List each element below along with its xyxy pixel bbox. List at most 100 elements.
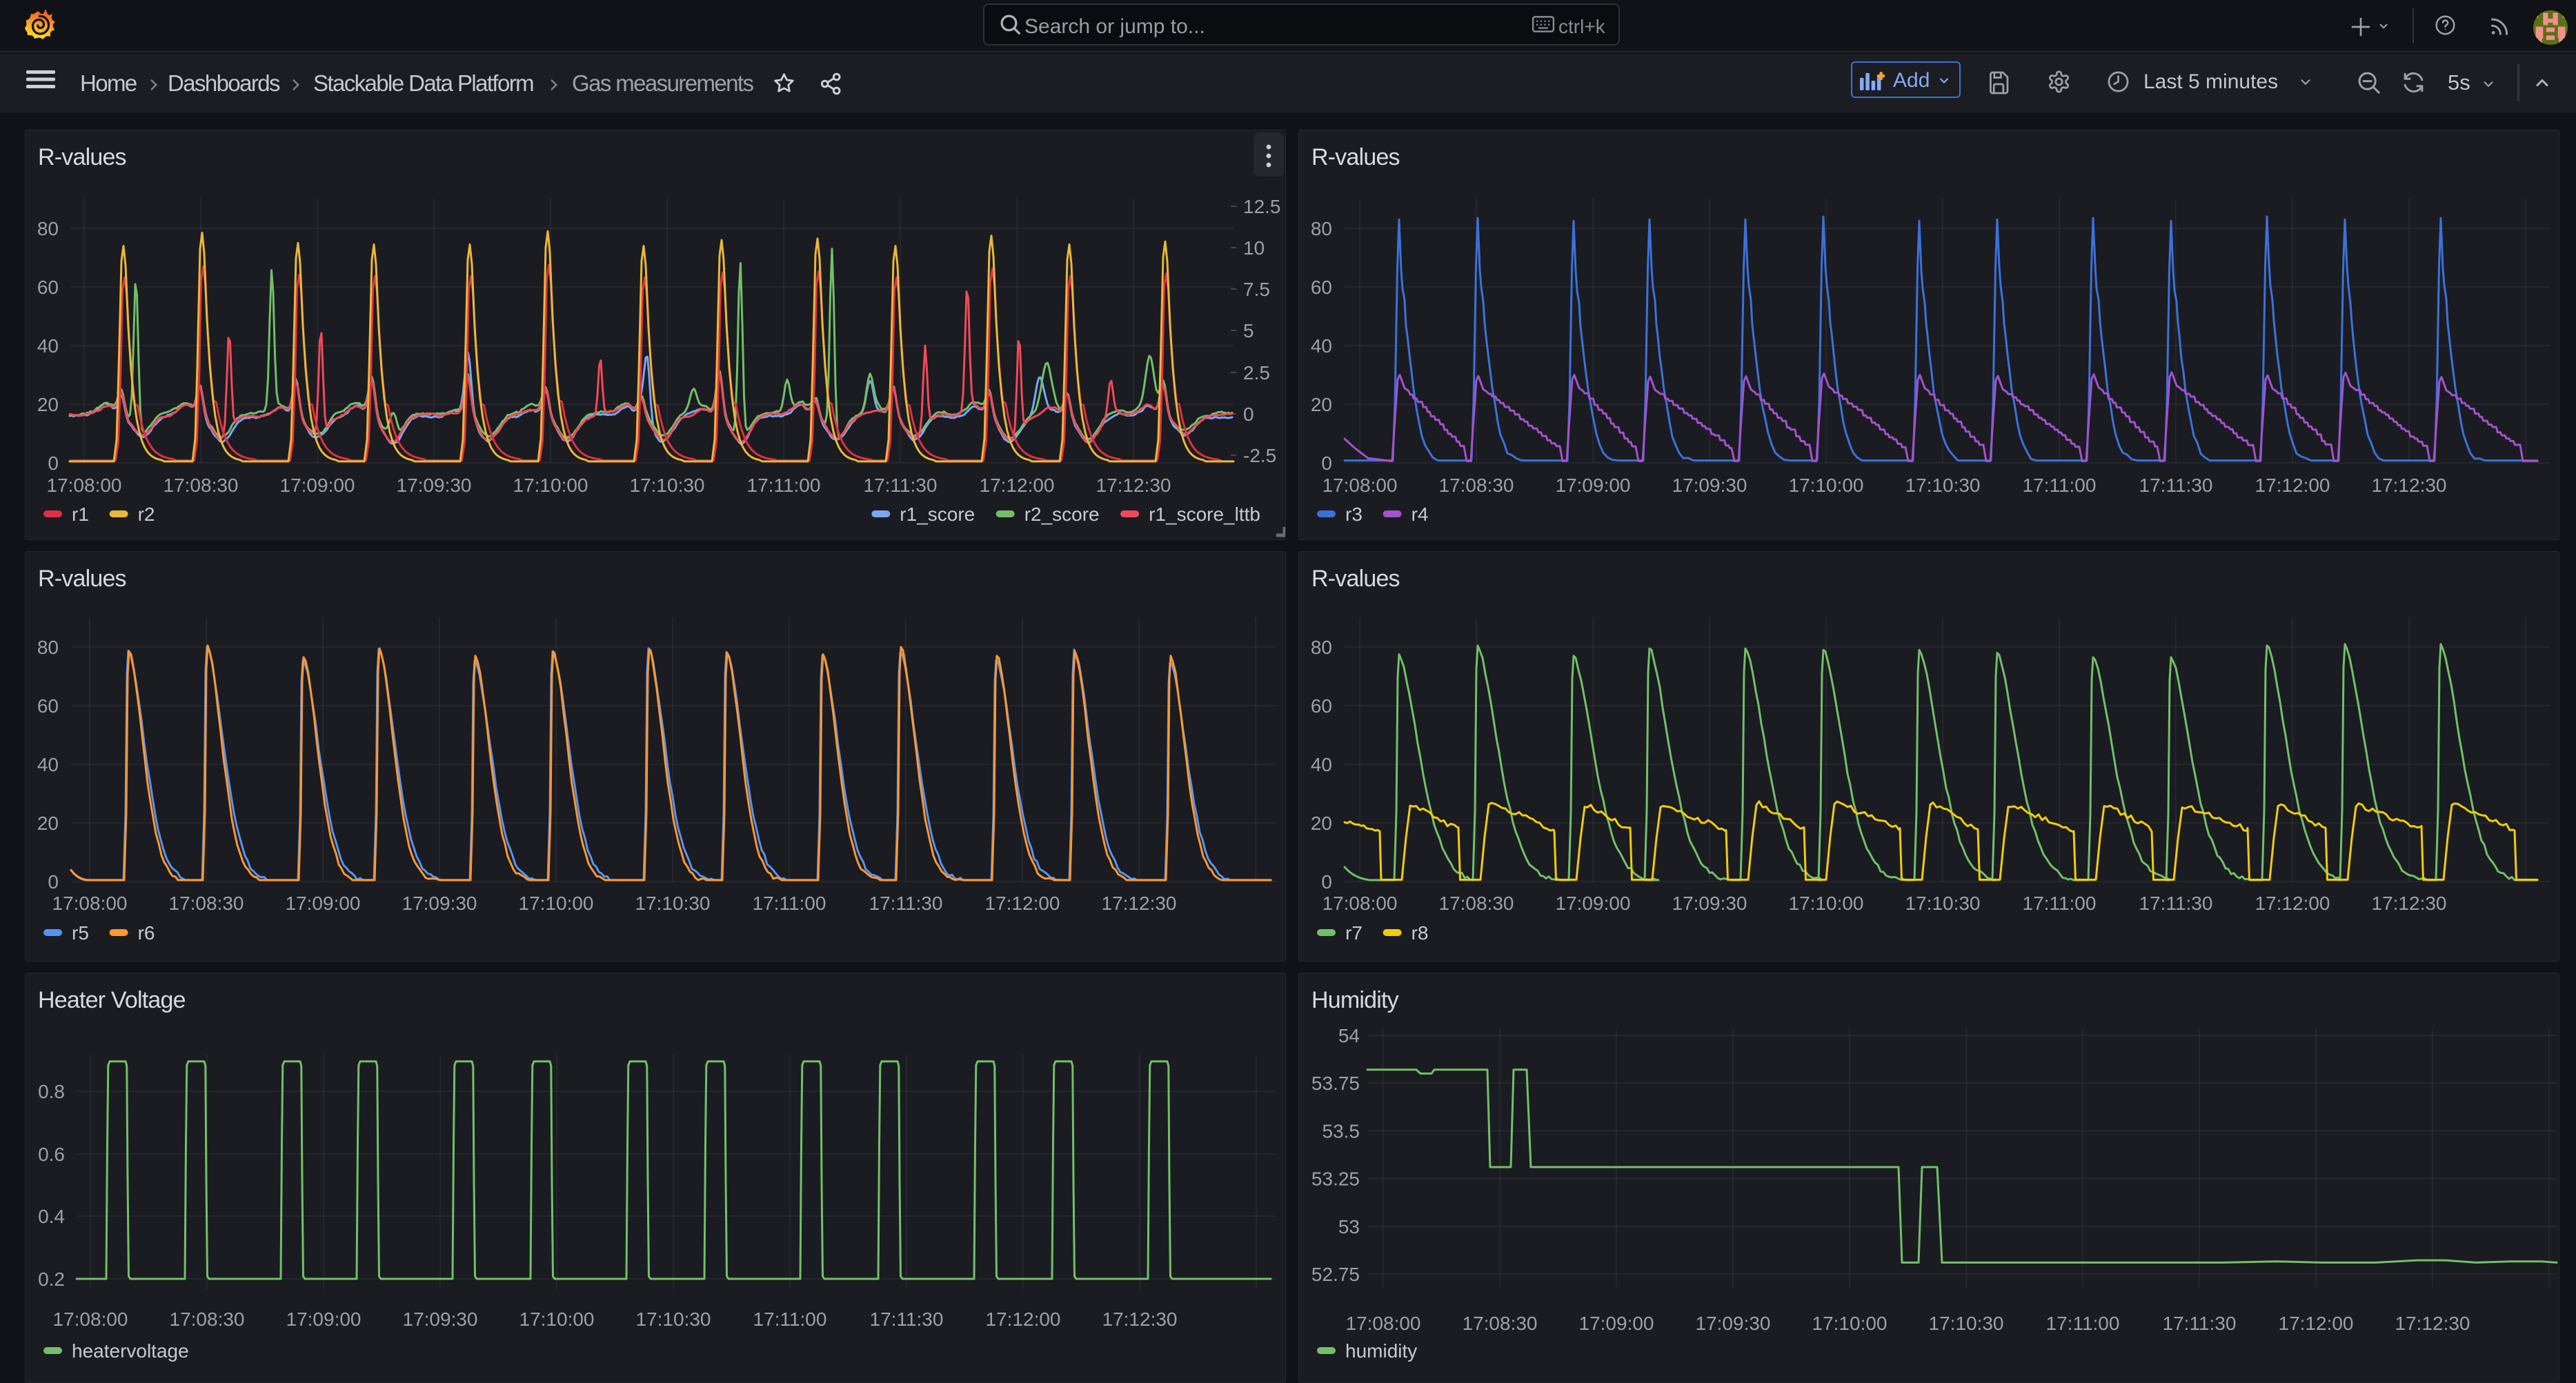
svg-text:17:11:30: 17:11:30 bbox=[2139, 475, 2213, 496]
svg-text:17:09:30: 17:09:30 bbox=[1672, 893, 1747, 914]
svg-text:80: 80 bbox=[37, 637, 59, 658]
svg-text:17:11:30: 17:11:30 bbox=[864, 475, 938, 496]
svg-text:17:12:30: 17:12:30 bbox=[1096, 475, 1171, 496]
svg-text:7.5: 7.5 bbox=[1243, 279, 1270, 300]
svg-text:heatervoltage: heatervoltage bbox=[72, 1340, 189, 1362]
svg-text:r3: r3 bbox=[1345, 504, 1363, 525]
svg-text:17:09:00: 17:09:00 bbox=[1556, 475, 1631, 496]
svg-text:17:10:00: 17:10:00 bbox=[1789, 475, 1864, 496]
svg-text:17:08:00: 17:08:00 bbox=[52, 893, 128, 914]
svg-text:17:11:00: 17:11:00 bbox=[747, 475, 821, 496]
svg-text:17:10:00: 17:10:00 bbox=[1789, 893, 1864, 914]
svg-text:53: 53 bbox=[1338, 1216, 1360, 1237]
svg-text:53.25: 53.25 bbox=[1311, 1168, 1360, 1190]
svg-text:r5: r5 bbox=[72, 922, 89, 944]
svg-text:17:09:00: 17:09:00 bbox=[1556, 893, 1631, 914]
svg-text:17:11:00: 17:11:00 bbox=[753, 1309, 827, 1330]
svg-text:17:08:30: 17:08:30 bbox=[1439, 475, 1514, 496]
svg-text:17:08:30: 17:08:30 bbox=[1463, 1313, 1538, 1334]
svg-text:17:11:00: 17:11:00 bbox=[753, 893, 826, 914]
svg-text:17:08:30: 17:08:30 bbox=[164, 475, 239, 496]
svg-text:17:09:30: 17:09:30 bbox=[403, 1309, 478, 1330]
svg-text:17:10:00: 17:10:00 bbox=[1812, 1313, 1888, 1334]
svg-text:0.2: 0.2 bbox=[38, 1268, 65, 1290]
svg-text:17:12:30: 17:12:30 bbox=[1102, 893, 1177, 914]
svg-text:10: 10 bbox=[1243, 237, 1265, 259]
svg-text:17:08:00: 17:08:00 bbox=[47, 475, 122, 496]
svg-text:60: 60 bbox=[37, 277, 59, 298]
svg-text:12.5: 12.5 bbox=[1243, 196, 1281, 217]
svg-text:40: 40 bbox=[1311, 335, 1332, 357]
svg-text:17:12:00: 17:12:00 bbox=[986, 1309, 1061, 1330]
svg-text:0: 0 bbox=[48, 452, 59, 474]
svg-text:r8: r8 bbox=[1411, 922, 1429, 944]
svg-text:r1_score_lttb: r1_score_lttb bbox=[1149, 504, 1260, 525]
svg-text:R-values: R-values bbox=[38, 566, 126, 592]
svg-text:r1: r1 bbox=[72, 504, 89, 525]
svg-text:0: 0 bbox=[1321, 452, 1332, 474]
svg-text:r7: r7 bbox=[1345, 922, 1363, 944]
svg-text:17:09:30: 17:09:30 bbox=[397, 475, 472, 496]
svg-text:80: 80 bbox=[1311, 218, 1332, 239]
svg-text:17:10:00: 17:10:00 bbox=[513, 475, 588, 496]
svg-text:r2_score: r2_score bbox=[1024, 504, 1100, 525]
svg-text:80: 80 bbox=[1311, 637, 1332, 658]
svg-text:0: 0 bbox=[1243, 404, 1254, 425]
svg-text:17:08:30: 17:08:30 bbox=[170, 1309, 245, 1330]
svg-text:-2.5: -2.5 bbox=[1243, 445, 1276, 466]
svg-text:60: 60 bbox=[1311, 277, 1332, 298]
svg-text:17:08:00: 17:08:00 bbox=[1346, 1313, 1421, 1334]
svg-text:r6: r6 bbox=[138, 922, 155, 944]
svg-text:40: 40 bbox=[37, 754, 59, 775]
svg-text:17:11:30: 17:11:30 bbox=[2163, 1313, 2237, 1334]
svg-text:53.75: 53.75 bbox=[1311, 1073, 1360, 1094]
svg-text:17:12:00: 17:12:00 bbox=[2279, 1313, 2354, 1334]
svg-text:52.75: 52.75 bbox=[1311, 1264, 1360, 1285]
svg-text:17:10:30: 17:10:30 bbox=[1929, 1313, 2004, 1334]
svg-text:0.4: 0.4 bbox=[38, 1206, 65, 1227]
svg-text:0: 0 bbox=[1321, 871, 1332, 893]
svg-text:17:09:30: 17:09:30 bbox=[402, 893, 477, 914]
svg-text:17:11:30: 17:11:30 bbox=[2139, 893, 2213, 914]
svg-text:R-values: R-values bbox=[1311, 144, 1400, 170]
svg-text:17:12:30: 17:12:30 bbox=[2395, 1313, 2470, 1334]
svg-text:17:09:00: 17:09:00 bbox=[286, 1309, 361, 1330]
svg-text:17:10:30: 17:10:30 bbox=[636, 1309, 711, 1330]
svg-text:17:11:00: 17:11:00 bbox=[2023, 893, 2097, 914]
svg-text:20: 20 bbox=[37, 394, 59, 415]
svg-text:17:10:00: 17:10:00 bbox=[519, 893, 594, 914]
svg-text:r2: r2 bbox=[138, 504, 155, 525]
svg-text:17:08:00: 17:08:00 bbox=[1322, 893, 1398, 914]
svg-text:40: 40 bbox=[1311, 754, 1332, 775]
svg-text:17:12:00: 17:12:00 bbox=[2255, 893, 2330, 914]
svg-text:17:10:30: 17:10:30 bbox=[1905, 475, 1981, 496]
svg-text:17:08:00: 17:08:00 bbox=[53, 1309, 128, 1330]
svg-text:60: 60 bbox=[1311, 695, 1332, 717]
svg-text:R-values: R-values bbox=[1311, 566, 1400, 592]
svg-text:17:10:30: 17:10:30 bbox=[1905, 893, 1981, 914]
svg-text:r4: r4 bbox=[1411, 504, 1429, 525]
svg-text:0.8: 0.8 bbox=[38, 1081, 65, 1102]
svg-text:17:12:00: 17:12:00 bbox=[985, 893, 1060, 914]
svg-text:17:11:00: 17:11:00 bbox=[2023, 475, 2097, 496]
svg-text:R-values: R-values bbox=[38, 144, 126, 170]
svg-text:17:09:00: 17:09:00 bbox=[1579, 1313, 1654, 1334]
svg-text:20: 20 bbox=[37, 813, 59, 834]
svg-text:17:12:30: 17:12:30 bbox=[2372, 475, 2447, 496]
svg-text:40: 40 bbox=[37, 335, 59, 357]
svg-text:5: 5 bbox=[1243, 320, 1254, 341]
svg-text:20: 20 bbox=[1311, 394, 1332, 415]
svg-text:17:11:00: 17:11:00 bbox=[2046, 1313, 2120, 1334]
svg-text:17:10:30: 17:10:30 bbox=[635, 893, 711, 914]
svg-text:17:09:00: 17:09:00 bbox=[280, 475, 355, 496]
svg-text:r1_score: r1_score bbox=[900, 504, 975, 525]
svg-text:humidity: humidity bbox=[1345, 1340, 1417, 1362]
svg-text:17:08:30: 17:08:30 bbox=[169, 893, 244, 914]
svg-text:54: 54 bbox=[1338, 1025, 1360, 1046]
svg-text:20: 20 bbox=[1311, 813, 1332, 834]
svg-text:17:09:30: 17:09:30 bbox=[1672, 475, 1747, 496]
svg-text:17:11:30: 17:11:30 bbox=[870, 1309, 944, 1330]
svg-text:17:12:00: 17:12:00 bbox=[980, 475, 1055, 496]
svg-text:0: 0 bbox=[48, 871, 59, 893]
svg-text:17:09:30: 17:09:30 bbox=[1696, 1313, 1771, 1334]
